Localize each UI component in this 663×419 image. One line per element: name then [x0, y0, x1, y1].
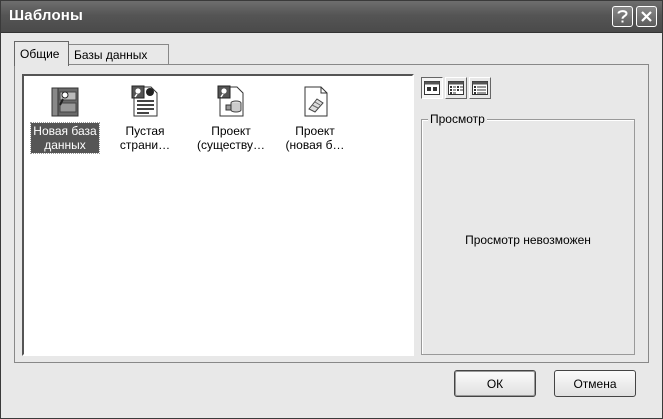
templates-dialog: Шаблоны Общие Базы данных Новая база дан… — [0, 0, 663, 419]
list-view-icon — [448, 81, 464, 95]
preview-group: Просмотр Просмотр невозможен — [421, 112, 635, 355]
tab-panel: Новая база данных Пустая страни… Проект … — [14, 64, 649, 363]
list-item-new-database[interactable]: Новая база данных — [24, 83, 106, 154]
close-button[interactable] — [636, 6, 657, 27]
title-bar: Шаблоны — [1, 1, 662, 33]
tab-databases[interactable]: Базы данных — [69, 44, 169, 65]
large-icons-view-button[interactable] — [421, 77, 443, 99]
list-item-blank-page[interactable]: Пустая страни… — [104, 83, 186, 153]
details-view-icon — [472, 81, 488, 95]
list-item-label: Пустая страни… — [119, 124, 171, 152]
new-database-icon — [48, 83, 82, 119]
preview-label: Просмотр — [428, 112, 487, 126]
list-item-project-existing[interactable]: Проект (существу… — [190, 83, 272, 153]
window-title: Шаблоны — [9, 7, 84, 24]
details-view-button[interactable] — [469, 77, 491, 99]
preview-message: Просмотр невозможен — [465, 233, 591, 247]
close-icon — [641, 11, 652, 22]
list-item-label: Проект (существу… — [196, 124, 265, 152]
project-existing-icon — [214, 83, 248, 119]
list-item-label: Новая база данных — [30, 122, 100, 154]
help-button[interactable] — [612, 6, 633, 27]
list-item-project-new[interactable]: Проект (новая б… — [274, 83, 356, 153]
ok-button[interactable]: ОК — [454, 370, 536, 397]
blank-page-icon — [128, 83, 162, 119]
project-new-icon — [298, 83, 332, 119]
list-item-label: Проект (новая б… — [285, 124, 345, 152]
tab-general[interactable]: Общие — [14, 41, 69, 66]
cancel-button[interactable]: Отмена — [554, 370, 636, 397]
help-icon — [617, 10, 628, 23]
template-list[interactable]: Новая база данных Пустая страни… Проект … — [22, 74, 414, 356]
list-view-button[interactable] — [445, 77, 467, 99]
large-icons-view-icon — [424, 81, 440, 95]
